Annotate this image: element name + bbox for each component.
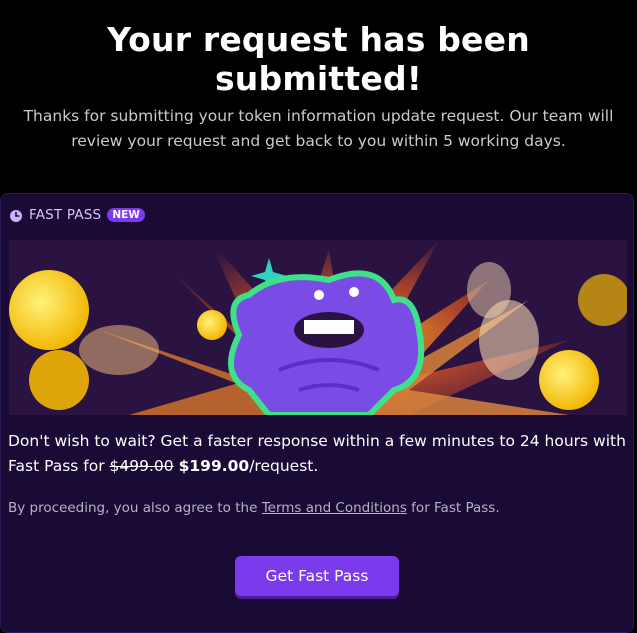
old-price: $499.00 (109, 457, 174, 475)
fast-pass-banner-image (9, 240, 627, 415)
agree-suffix: for Fast Pass. (406, 500, 500, 516)
fast-pass-label: FAST PASS (29, 207, 102, 223)
new-price: $199.00 (178, 457, 250, 475)
get-fast-pass-button[interactable]: Get Fast Pass (235, 556, 399, 596)
confirmation-message: Thanks for submitting your token informa… (23, 107, 614, 150)
new-badge: NEW (107, 208, 145, 222)
fast-pass-offer-text: Don't wish to wait? Get a faster respons… (8, 429, 628, 479)
price-suffix: /request. (249, 457, 319, 475)
agree-prefix: By proceeding, you also agree to the (8, 500, 262, 516)
page-title: Your request has been submitted! (107, 20, 530, 98)
fast-pass-card: FAST PASS NEW Don't wish to wait? Get a … (0, 193, 634, 633)
clock-icon (9, 208, 23, 222)
terms-and-conditions-link[interactable]: Terms and Conditions (262, 500, 407, 516)
terms-agreement-text: By proceeding, you also agree to the Ter… (8, 500, 628, 516)
fast-pass-header: FAST PASS NEW (9, 207, 145, 223)
